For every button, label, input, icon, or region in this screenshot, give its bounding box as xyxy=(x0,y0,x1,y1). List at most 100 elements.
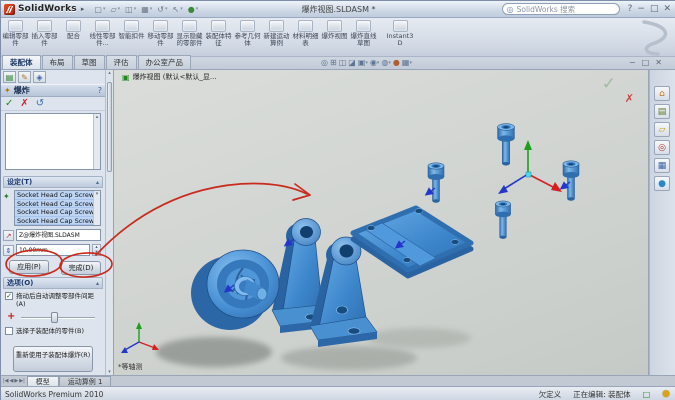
undo-step-icon[interactable]: ↺ xyxy=(36,98,44,109)
list-scrollbar[interactable]: ▾ xyxy=(93,191,100,225)
doc-restore-button[interactable]: □ xyxy=(642,58,650,67)
product-name: SolidWorks Premium 2010 xyxy=(5,390,103,399)
tab-assembly[interactable]: 装配体 xyxy=(2,55,41,69)
next-tab-button[interactable]: ▶ xyxy=(14,378,18,384)
panel-scroll-thumb[interactable] xyxy=(107,82,112,172)
ribbon-button-bill-of-materials[interactable]: 材料明细表 xyxy=(291,18,320,56)
explode-direction-field[interactable]: Z@爆炸视图.SLDASM xyxy=(16,229,101,241)
solidworks-resources-icon[interactable]: ⌂ xyxy=(654,86,670,101)
save-button[interactable]: ◫▾ xyxy=(123,2,138,16)
exploded-view-icon xyxy=(327,20,342,32)
last-tab-button[interactable]: ▶| xyxy=(19,378,25,384)
appearances-scenes-icon[interactable]: ● xyxy=(654,176,670,191)
tab-evaluate[interactable]: 评估 xyxy=(106,55,137,69)
panel-help-icon[interactable]: ? xyxy=(98,86,102,95)
menu-flyout-icon[interactable]: ▸ xyxy=(81,5,85,13)
explode-line-sketch-icon xyxy=(356,20,371,32)
edit-appearance-icon[interactable]: ● xyxy=(393,58,400,67)
ribbon-button-insert-components[interactable]: 插入零部件 xyxy=(30,18,59,56)
design-library-icon[interactable]: ▤ xyxy=(654,104,670,119)
cancel-x-icon[interactable]: ✗ xyxy=(20,98,28,109)
listbox-scrollbar[interactable]: ▴ xyxy=(93,114,100,169)
done-button[interactable]: 完成(D) xyxy=(61,261,101,275)
ribbon-button-linear-component-pattern[interactable]: 线性零部件... xyxy=(88,18,117,56)
slider-thumb[interactable] xyxy=(51,312,58,323)
status-bar: SolidWorks Premium 2010 欠定义 正在编辑: 装配体 □ … xyxy=(1,386,675,400)
select-subassembly-checkbox[interactable] xyxy=(5,327,13,335)
ribbon-button-assembly-features[interactable]: 装配体特征 xyxy=(204,18,233,56)
minimize-button[interactable]: − xyxy=(637,4,645,14)
ribbon-button-new-motion-study[interactable]: 新建运动算例 xyxy=(262,18,291,56)
spacing-slider[interactable]: + xyxy=(5,311,101,324)
reuse-subassembly-explode-button[interactable]: 重新使用子装配体爆炸(R) xyxy=(13,346,93,372)
prev-tab-button[interactable]: ◀ xyxy=(10,378,14,384)
rebuild-button[interactable]: ●▾ xyxy=(186,2,201,16)
help-button[interactable]: ? xyxy=(628,4,633,14)
model-tab[interactable]: 模型 xyxy=(27,376,59,386)
print-button[interactable]: ▦▾ xyxy=(139,2,154,16)
screw-2 xyxy=(428,163,444,203)
explode-steps-listbox[interactable]: ▴ xyxy=(5,113,101,170)
tab-sketch[interactable]: 草图 xyxy=(74,55,105,69)
doc-minimize-button[interactable]: − xyxy=(629,58,636,67)
close-button[interactable]: ✕ xyxy=(663,4,671,14)
list-item[interactable]: Socket Head Cap Screw xyxy=(15,200,100,209)
first-tab-button[interactable]: |◀ xyxy=(3,378,9,384)
ribbon-button-smart-fasteners[interactable]: 智能扣件 xyxy=(117,18,146,56)
components-to-explode-list[interactable]: Socket Head Cap Screw Socket Head Cap Sc… xyxy=(14,190,101,226)
confirm-corner-cancel-icon[interactable]: ✗ xyxy=(625,92,634,105)
ok-check-icon[interactable]: ✓ xyxy=(5,98,13,109)
undo-button[interactable]: ↺▾ xyxy=(155,2,169,16)
panel-scrollbar[interactable]: ▴ ▾ xyxy=(105,70,113,375)
tab-office-products[interactable]: 办公室产品 xyxy=(138,55,192,69)
search-pane-icon[interactable]: ◎ xyxy=(654,140,670,155)
select-button[interactable]: ↖▾ xyxy=(171,2,185,16)
configuration-manager-tab-icon[interactable]: ◈ xyxy=(33,71,46,83)
exploded-assembly-model[interactable] xyxy=(114,70,649,375)
new-file-button[interactable]: ▢▾ xyxy=(92,2,107,16)
quick-tips-icon[interactable]: ● xyxy=(662,389,670,399)
options-section-header[interactable]: 选项(O) ▴ xyxy=(3,277,103,289)
list-item[interactable]: Socket Head Cap Screw xyxy=(15,191,100,200)
corner-axes-triad xyxy=(121,322,159,353)
property-manager-tab-icon[interactable]: ✎ xyxy=(18,71,31,83)
motion-study-tab[interactable]: 运动算例 1 xyxy=(59,376,112,386)
feature-manager-tab-icon[interactable]: ▤ xyxy=(3,71,16,83)
assembly-features-icon xyxy=(211,20,226,32)
display-style-icon[interactable]: ◉▾ xyxy=(370,58,380,67)
apply-button[interactable]: 应用(P) xyxy=(9,260,49,274)
zoom-area-icon[interactable]: ⊞ xyxy=(330,58,337,67)
ribbon-button-edit-component[interactable]: 编辑零部件 xyxy=(1,18,30,56)
ribbon-button-show-hidden-components[interactable]: 显示隐藏的零部件 xyxy=(175,18,204,56)
ribbon-button-explode-line-sketch[interactable]: 爆炸直线草图 xyxy=(349,18,378,56)
list-item[interactable]: Socket Head Cap Screw xyxy=(15,217,100,226)
tab-layout[interactable]: 布局 xyxy=(42,55,73,69)
flyout-feature-tree[interactable]: ▣ 爆炸视图 (默认<默认_显... xyxy=(122,72,217,82)
restore-button[interactable]: □ xyxy=(650,4,659,14)
list-item[interactable]: Socket Head Cap Screw xyxy=(15,208,100,217)
explode-distance-field[interactable]: 10.00mm xyxy=(16,244,90,256)
doc-close-button[interactable]: ✕ xyxy=(655,58,662,67)
confirm-corner-check-icon[interactable]: ✓ xyxy=(602,74,616,94)
ribbon-button-move-component[interactable]: 移动零部件 xyxy=(146,18,175,56)
section-view-icon[interactable]: ◪ xyxy=(348,58,356,67)
file-explorer-icon[interactable]: ▱ xyxy=(654,122,670,137)
settings-section-header[interactable]: 设定(T) ▴ xyxy=(3,176,103,188)
hide-show-items-icon[interactable]: ◍▾ xyxy=(381,58,391,67)
ribbon-button-exploded-view[interactable]: 爆炸视图 xyxy=(320,18,349,56)
ribbon-button-mate[interactable]: 配合 xyxy=(59,18,88,56)
auto-space-checkbox[interactable]: ✓ xyxy=(5,292,13,300)
ribbon-button-reference-geometry[interactable]: 参考几何体 xyxy=(233,18,262,56)
view-palette-icon[interactable]: ▦ xyxy=(654,158,670,173)
title-bar: SolidWorks ▸ ▢▾ ▱▾ ◫▾ ▦▾ ↺▾ ↖▾ ●▾ 爆炸视图.S… xyxy=(1,1,675,18)
apply-scene-icon[interactable]: ▦▾ xyxy=(402,58,412,67)
graphics-viewport[interactable]: ▣ 爆炸视图 (默认<默认_显... ✓ ✗ xyxy=(114,70,649,375)
view-orientation-icon[interactable]: ▣▾ xyxy=(358,58,368,67)
ribbon-button-instant3d[interactable]: Instant3D xyxy=(378,18,422,56)
previous-view-icon[interactable]: ◫ xyxy=(339,58,347,67)
flyout-tree-label: 爆炸视图 (默认<默认_显... xyxy=(133,72,217,82)
zoom-fit-icon[interactable]: ◎ xyxy=(321,58,328,67)
distance-spinner[interactable]: ▴ ▾ xyxy=(92,244,101,256)
search-input[interactable]: ◎ SolidWorks 搜索 xyxy=(502,3,620,15)
open-file-button[interactable]: ▱▾ xyxy=(108,2,122,16)
